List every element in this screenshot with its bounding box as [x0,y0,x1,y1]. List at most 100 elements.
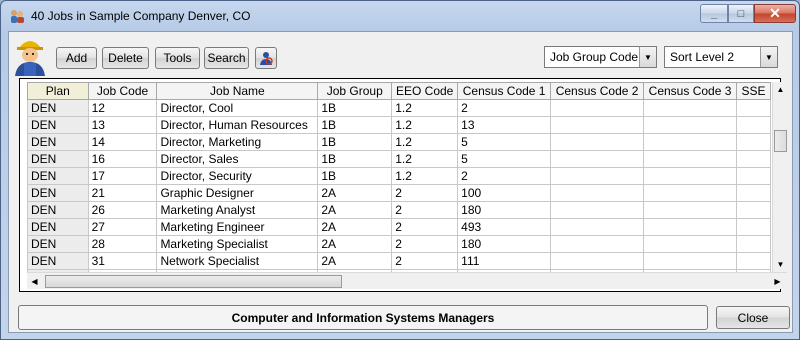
table-cell[interactable] [736,218,771,236]
table-cell[interactable] [736,133,771,151]
table-cell[interactable]: 111 [457,252,552,270]
table-cell[interactable]: 2A [317,184,393,202]
table-cell[interactable]: DEN [27,252,89,270]
table-cell[interactable] [643,116,738,134]
column-header[interactable]: Census Code 1 [457,82,552,100]
table-cell[interactable]: 12 [87,99,158,117]
table-cell[interactable]: 27 [87,218,158,236]
table-cell[interactable]: 2A [317,201,393,219]
table-cell[interactable] [736,235,771,253]
minimize-button[interactable]: _ [700,4,728,23]
table-row[interactable]: DEN 17 Director, Security 1B 1.2 2 [27,167,771,185]
table-cell[interactable]: DEN [27,99,89,117]
table-cell[interactable]: 28 [87,235,158,253]
add-button[interactable]: Add [56,47,97,69]
table-cell[interactable]: 2A [317,218,393,236]
table-cell[interactable] [736,116,771,134]
table-cell[interactable] [736,150,771,168]
table-cell[interactable] [736,167,771,185]
scroll-right-icon[interactable]: ▶ [770,274,785,289]
table-row[interactable]: DEN 21 Graphic Designer 2A 2 100 [27,184,771,202]
close-window-button[interactable]: ✕ [754,4,796,23]
table-cell[interactable]: 1B [317,167,393,185]
table-cell[interactable] [550,167,645,185]
table-cell[interactable]: 2A [317,252,393,270]
table-cell[interactable]: Graphic Designer [156,184,319,202]
table-cell[interactable]: 1B [317,116,393,134]
table-cell[interactable]: 1.2 [391,116,459,134]
table-cell[interactable]: 14 [87,133,158,151]
table-cell[interactable]: 31 [87,252,158,270]
column-header[interactable]: Census Code 3 [643,82,738,100]
table-cell[interactable]: Marketing Engineer [156,218,319,236]
scroll-down-icon[interactable]: ▼ [773,257,788,272]
horizontal-scroll-thumb[interactable] [45,275,342,288]
table-cell[interactable]: DEN [27,184,89,202]
table-cell[interactable] [550,99,645,117]
title-bar[interactable]: 40 Jobs in Sample Company Denver, CO _ □… [1,1,799,31]
table-cell[interactable]: 21 [87,184,158,202]
vertical-scroll-thumb[interactable] [774,130,787,152]
search-button[interactable]: Search [204,47,249,69]
table-cell[interactable]: DEN [27,167,89,185]
table-cell[interactable]: 180 [457,201,552,219]
table-cell[interactable]: DEN [27,150,89,168]
table-cell[interactable] [736,201,771,219]
table-cell[interactable]: DEN [27,116,89,134]
close-button[interactable]: Close [716,306,790,329]
column-header[interactable]: SSE [736,82,771,100]
column-header[interactable]: Job Name [156,82,319,100]
table-cell[interactable] [736,184,771,202]
table-row[interactable]: DEN 14 Director, Marketing 1B 1.2 5 [27,133,771,151]
table-row[interactable]: DEN 31 Network Specialist 2A 2 111 [27,252,771,270]
table-cell[interactable]: 493 [457,218,552,236]
table-cell[interactable]: Director, Cool [156,99,319,117]
table-cell[interactable] [643,235,738,253]
table-cell[interactable] [643,133,738,151]
table-row[interactable]: DEN 28 Marketing Specialist 2A 2 180 [27,235,771,253]
table-cell[interactable]: 5 [457,150,552,168]
column-header[interactable]: Plan [27,82,89,100]
table-row[interactable]: DEN 26 Marketing Analyst 2A 2 180 [27,201,771,219]
table-cell[interactable]: Director, Marketing [156,133,319,151]
table-cell[interactable]: 180 [457,235,552,253]
table-row[interactable]: DEN 27 Marketing Engineer 2A 2 493 [27,218,771,236]
sort-select[interactable]: Sort Level 2 ▼ [664,46,778,68]
column-header[interactable]: Census Code 2 [550,82,645,100]
column-header[interactable]: Job Code [87,82,158,100]
table-cell[interactable] [550,116,645,134]
table-cell[interactable] [550,133,645,151]
table-cell[interactable] [550,252,645,270]
table-cell[interactable] [550,201,645,219]
column-header[interactable]: EEO Code [391,82,459,100]
table-cell[interactable] [550,235,645,253]
column-header[interactable]: Job Group [317,82,393,100]
table-cell[interactable] [550,218,645,236]
table-cell[interactable]: 2 [457,99,552,117]
table-cell[interactable] [550,184,645,202]
table-row[interactable]: DEN 16 Director, Sales 1B 1.2 5 [27,150,771,168]
table-cell[interactable]: DEN [27,201,89,219]
tools-button[interactable]: Tools [155,47,200,69]
table-cell[interactable]: 2 [391,252,459,270]
table-cell[interactable]: Marketing Analyst [156,201,319,219]
vertical-scrollbar[interactable]: ▲ ▼ [772,82,788,272]
table-cell[interactable]: 1B [317,133,393,151]
table-cell[interactable] [643,201,738,219]
table-cell[interactable]: 2 [391,201,459,219]
delete-button[interactable]: Delete [102,47,149,69]
maximize-button[interactable]: □ [728,4,754,23]
users-search-icon[interactable] [255,47,277,69]
table-cell[interactable]: 1B [317,99,393,117]
scroll-left-icon[interactable]: ◀ [27,274,42,289]
table-cell[interactable]: 2 [391,184,459,202]
table-cell[interactable] [643,150,738,168]
scroll-up-icon[interactable]: ▲ [773,82,788,97]
table-cell[interactable]: 5 [457,133,552,151]
table-cell[interactable]: Network Specialist [156,252,319,270]
table-cell[interactable]: Director, Human Resources [156,116,319,134]
table-cell[interactable] [736,252,771,270]
table-cell[interactable]: 1.2 [391,167,459,185]
group-select[interactable]: Job Group Code ▼ [544,46,657,68]
table-cell[interactable]: 1.2 [391,99,459,117]
